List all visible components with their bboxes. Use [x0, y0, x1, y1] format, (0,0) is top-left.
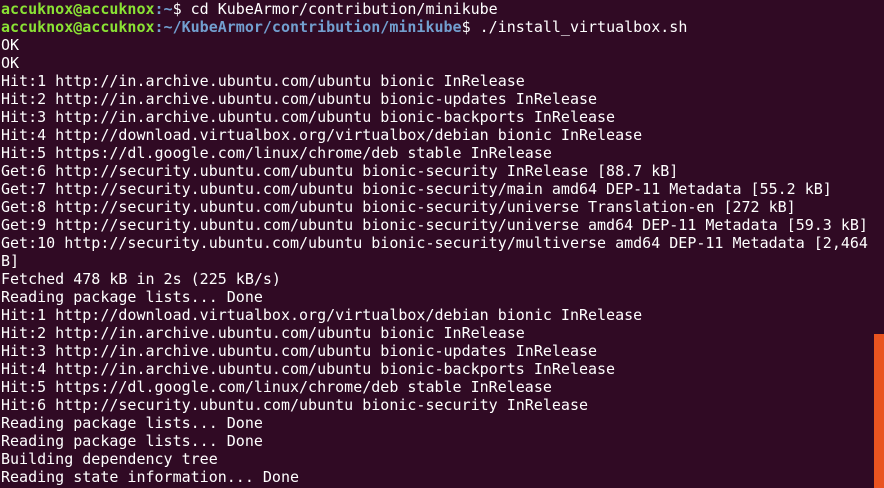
output-line: Hit:3 http://in.archive.ubuntu.com/ubunt…	[1, 342, 598, 360]
command-text: cd KubeArmor/contribution/minikube	[190, 0, 498, 18]
terminal-output[interactable]: accuknox@accuknox:~$ cd KubeArmor/contri…	[1, 0, 873, 488]
output-line: Hit:5 https://dl.google.com/linux/chrome…	[1, 378, 552, 396]
prompt-user-host: accuknox@accuknox	[1, 18, 155, 36]
output-line: Hit:4 http://in.archive.ubuntu.com/ubunt…	[1, 360, 616, 378]
prompt-symbol: $	[461, 18, 480, 36]
output-line: Get:8 http://security.ubuntu.com/ubuntu …	[1, 198, 796, 216]
output-line: OK	[1, 54, 20, 72]
output-line: Hit:2 http://in.archive.ubuntu.com/ubunt…	[1, 90, 598, 108]
output-line: Get:6 http://security.ubuntu.com/ubuntu …	[1, 162, 679, 180]
output-line: OK	[1, 36, 20, 54]
output-line: Hit:1 http://download.virtualbox.org/vir…	[1, 306, 643, 324]
output-line: Reading state information... Done	[1, 468, 300, 486]
command-output: OK OK Hit:1 http://in.archive.ubuntu.com/u…	[1, 36, 873, 486]
output-line: Reading package lists... Done	[1, 414, 263, 432]
output-line: Hit:5 https://dl.google.com/linux/chrome…	[1, 144, 552, 162]
output-line: Get:7 http://security.ubuntu.com/ubuntu …	[1, 180, 832, 198]
scrollbar-thumb[interactable]	[874, 334, 884, 488]
output-line: Get:9 http://security.ubuntu.com/ubuntu …	[1, 216, 868, 234]
output-line: Reading package lists... Done	[1, 288, 263, 306]
prompt-path: :~	[154, 0, 173, 18]
prompt-line: accuknox@accuknox:~$ cd KubeArmor/contri…	[1, 0, 873, 18]
command-text: ./install_virtualbox.sh	[479, 18, 688, 36]
output-line: Hit:2 http://in.archive.ubuntu.com/ubunt…	[1, 324, 525, 342]
prompt-line: accuknox@accuknox:~/KubeArmor/contributi…	[1, 18, 873, 36]
prompt-path: :~/KubeArmor/contribution/minikube	[154, 18, 462, 36]
output-line: Hit:3 http://in.archive.ubuntu.com/ubunt…	[1, 108, 616, 126]
prompt-user-host: accuknox@accuknox	[1, 0, 155, 18]
output-line: Hit:4 http://download.virtualbox.org/vir…	[1, 126, 643, 144]
output-line: Reading package lists... Done	[1, 432, 263, 450]
output-line: Hit:1 http://in.archive.ubuntu.com/ubunt…	[1, 72, 525, 90]
scrollbar-track[interactable]	[874, 0, 884, 488]
output-line: Building dependency tree	[1, 450, 218, 468]
prompt-symbol: $	[172, 0, 191, 18]
terminal-window[interactable]: accuknox@accuknox:~$ cd KubeArmor/contri…	[0, 0, 884, 488]
output-line: Hit:6 http://security.ubuntu.com/ubuntu …	[1, 396, 588, 414]
output-line: Fetched 478 kB in 2s (225 kB/s)	[1, 270, 281, 288]
output-line: B]	[1, 252, 20, 270]
output-line: Get:10 http://security.ubuntu.com/ubuntu…	[1, 234, 868, 252]
